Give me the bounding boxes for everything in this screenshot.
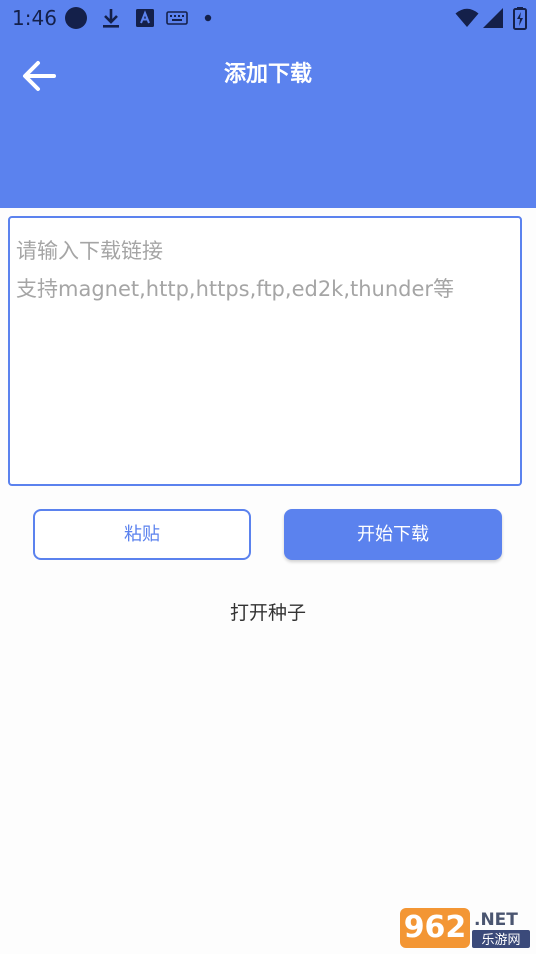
download-link-input[interactable] [8,216,522,486]
watermark-suffix: .NET [474,910,518,930]
watermark-subtitle: 乐游网 [481,933,520,948]
app-bar: 添加下载 [0,46,536,106]
paste-button[interactable]: 粘贴 [33,509,251,560]
app-header: 1:46 添加下载 [0,0,536,208]
status-bar: 1:46 [0,0,536,36]
open-torrent-link[interactable]: 打开种子 [0,598,536,628]
font-a-icon [136,9,154,27]
more-dot-icon [204,14,212,22]
battery-charging-icon [513,7,527,30]
wifi-icon [455,8,479,27]
start-download-button[interactable]: 开始下载 [284,509,502,560]
keyboard-icon [166,11,188,25]
watermark-number: 962 [404,910,467,945]
page-title: 添加下载 [223,62,312,87]
watermark-logo: 962 .NET 乐游网 [400,908,530,948]
signal-icon [483,8,503,28]
status-time: 1:46 [12,6,57,30]
notification-dot-icon [65,7,87,29]
download-icon [103,9,119,28]
